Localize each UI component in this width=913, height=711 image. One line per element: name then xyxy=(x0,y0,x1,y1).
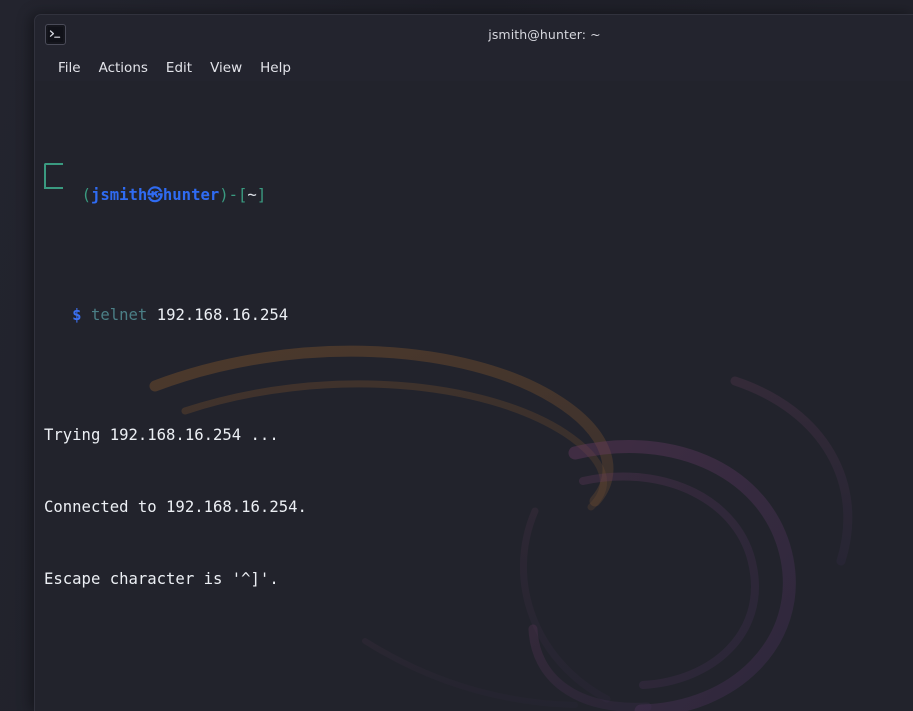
prompt-at-icon: ㉿ xyxy=(147,186,163,204)
prompt-close-bracket: ] xyxy=(257,186,266,204)
prompt-dash: - xyxy=(229,186,238,204)
terminal-icon xyxy=(45,24,66,45)
prompt-close-paren: ) xyxy=(219,186,228,204)
command-space xyxy=(147,306,156,324)
output-line: Trying 192.168.16.254 ... xyxy=(44,423,913,447)
prompt-indent-2 xyxy=(44,306,72,324)
output-line: Escape character is '^]'. xyxy=(44,567,913,591)
menu-item-help[interactable]: Help xyxy=(251,58,300,78)
prompt-frame-glyph xyxy=(44,163,63,189)
window-title: jsmith@hunter: ~ xyxy=(175,27,913,42)
menu-bar: File Actions Edit View Help xyxy=(35,54,913,81)
prompt-user: jsmith xyxy=(91,186,147,204)
prompt-dollar-sign: $ xyxy=(72,306,81,324)
terminal-body[interactable]: (jsmith㉿hunter)-[~] $ telnet 192.168.16.… xyxy=(35,81,913,711)
prompt-open-bracket: [ xyxy=(238,186,247,204)
terminal-window: jsmith@hunter: ~ File Actions Edit View … xyxy=(34,14,913,711)
menu-item-edit[interactable]: Edit xyxy=(157,58,201,78)
menu-item-actions[interactable]: Actions xyxy=(90,58,157,78)
prompt-line-2: $ telnet 192.168.16.254 xyxy=(44,303,913,327)
prompt-space xyxy=(82,306,91,324)
prompt-cwd: ~ xyxy=(247,186,256,204)
prompt-host: hunter xyxy=(163,186,219,204)
menu-item-view[interactable]: View xyxy=(201,58,251,78)
menu-item-file[interactable]: File xyxy=(49,58,90,78)
command-argument: 192.168.16.254 xyxy=(157,306,288,324)
command-name: telnet xyxy=(91,306,147,324)
window-titlebar[interactable]: jsmith@hunter: ~ xyxy=(35,15,913,54)
output-line: Connected to 192.168.16.254. xyxy=(44,495,913,519)
output-blank-line xyxy=(44,639,913,663)
prompt-line-1: (jsmith㉿hunter)-[~] xyxy=(44,183,913,207)
terminal-screen[interactable]: (jsmith㉿hunter)-[~] $ telnet 192.168.16.… xyxy=(35,81,913,711)
prompt-open-paren: ( xyxy=(82,186,91,204)
